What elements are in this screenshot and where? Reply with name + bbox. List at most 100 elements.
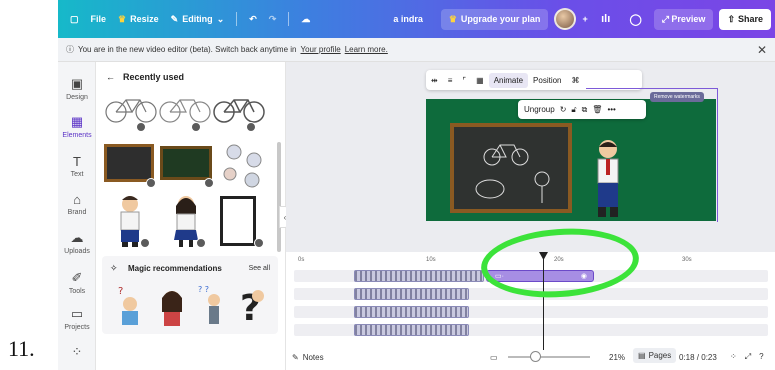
undo-button[interactable]: ↶ — [249, 14, 257, 25]
timeline-clip[interactable] — [354, 306, 469, 318]
chalk-drawings — [475, 144, 550, 203]
bicycle-thumbnail[interactable] — [158, 94, 212, 124]
bicycle-thumbnail[interactable] — [104, 94, 158, 124]
close-icon[interactable]: ✕ — [757, 43, 767, 57]
upgrade-label: Upgrade your plan — [460, 14, 541, 24]
ruler-tick: 30s — [682, 257, 692, 263]
rail-item-projects[interactable]: ▭ Projects — [58, 306, 96, 331]
profile-link[interactable]: Your profile — [301, 45, 341, 54]
share-button[interactable]: ⇧ Share — [719, 8, 771, 30]
rail-item-elements[interactable]: ▦ Elements — [58, 114, 96, 139]
resize-label: Resize — [130, 14, 159, 24]
flip-icon[interactable]: ⇹ — [426, 76, 443, 85]
canvas-toolbar: ⇹ ≡ ⌜ ▦ Animate Position ⌘ — [426, 70, 642, 90]
chalkboard-thumbnail[interactable] — [104, 144, 154, 182]
green-board-thumbnail[interactable] — [160, 146, 212, 180]
brand-icon: ⌂ — [73, 192, 81, 207]
pages-icon: ▤ — [638, 351, 646, 360]
selection-border — [717, 88, 718, 222]
rail-item-brand[interactable]: ⌂ Brand — [58, 192, 96, 216]
zoom-slider-handle[interactable] — [530, 351, 541, 362]
info-text: You are in the new video editor (beta). … — [78, 45, 297, 54]
timeline-clip[interactable] — [354, 288, 469, 300]
pro-badge-icon — [140, 238, 150, 248]
add-collaborator-icon[interactable]: + — [582, 14, 587, 24]
text-icon: T — [73, 154, 81, 169]
recommendation-thumbnail[interactable] — [154, 282, 190, 328]
align-icon[interactable]: ≡ — [443, 76, 458, 85]
redo-icon: ↷ — [268, 13, 277, 24]
crown-icon: ♛ — [118, 13, 127, 24]
transparency-icon[interactable]: ▦ — [471, 76, 489, 85]
timeline-view-icon[interactable]: ▭ — [490, 353, 498, 362]
element-context-menu: Ungroup ↻ 🔓︎ ⧉ 🗑︎ ••• — [518, 100, 646, 119]
cloud-save-button[interactable]: ☁ — [301, 14, 310, 25]
lock-icon[interactable]: 🔓︎ — [571, 105, 576, 115]
panel-scrollbar[interactable] — [277, 142, 281, 252]
pencil-icon: ✎ — [170, 13, 179, 24]
menu-button[interactable]: ▢ — [70, 14, 79, 25]
avatar[interactable] — [554, 8, 577, 30]
rail-label: Uploads — [64, 248, 90, 255]
rail-item-design[interactable]: ▣ Design — [58, 76, 96, 101]
frame-thumbnail[interactable] — [220, 196, 256, 246]
pro-badge-icon — [246, 122, 256, 132]
chalkboard-element[interactable] — [450, 123, 572, 213]
ungroup-button[interactable]: Ungroup — [524, 105, 555, 114]
rail-item-uploads[interactable]: ☁ Uploads — [58, 230, 96, 255]
rail-item-text[interactable]: T Text — [58, 154, 96, 178]
corner-radius-icon[interactable]: ⌜ — [457, 76, 471, 85]
recommendation-thumbnail[interactable]: ? ? — [196, 282, 232, 328]
rail-item-tools[interactable]: ✐ Tools — [58, 270, 96, 295]
crown-icon: ♛ — [448, 13, 457, 24]
ruler-tick: 0s — [298, 257, 305, 263]
timeline-clip[interactable] — [354, 270, 484, 282]
rail-item-apps[interactable]: ⁘ — [58, 344, 96, 362]
fullscreen-icon[interactable]: ⤢ — [745, 352, 751, 362]
resize-button[interactable]: ♛ Resize — [118, 14, 159, 25]
more-icon[interactable]: ••• — [607, 105, 615, 114]
see-all-link[interactable]: See all — [249, 265, 270, 272]
remove-watermarks-button[interactable]: Remove watermarks — [650, 92, 704, 102]
list-number: 11. — [8, 336, 35, 361]
upgrade-button[interactable]: ♛ Upgrade your plan — [440, 8, 549, 30]
timeline-track — [294, 306, 768, 318]
pro-badge-icon — [146, 178, 156, 188]
grid-view-icon[interactable]: ⁘ — [730, 352, 737, 362]
duplicate-icon[interactable]: ⧉ — [582, 105, 588, 115]
science-icons-thumbnail[interactable] — [218, 142, 266, 190]
rotate-icon[interactable]: ↻ — [560, 105, 567, 114]
help-icon[interactable]: ? — [759, 352, 763, 362]
back-arrow-icon[interactable]: ← — [106, 72, 115, 82]
user-name: a indra — [393, 14, 423, 24]
editing-label: Editing — [182, 14, 213, 24]
notes-button[interactable]: ✎ Notes — [292, 353, 324, 362]
projects-icon: ▭ — [70, 306, 84, 321]
design-icon: ▣ — [70, 76, 84, 91]
comment-icon: ◯ — [629, 13, 642, 26]
pages-label: Pages — [648, 351, 672, 360]
paint-format-icon[interactable]: ⌘ — [567, 76, 585, 85]
trash-icon[interactable]: 🗑︎ — [592, 105, 602, 114]
zoom-slider[interactable] — [508, 356, 590, 358]
recommendation-thumbnail[interactable]: ? — [236, 280, 272, 328]
editing-mode-button[interactable]: ✎ Editing ⌄ — [171, 14, 225, 25]
boy-student-element[interactable] — [591, 137, 625, 219]
redo-button[interactable]: ↷ — [269, 14, 277, 25]
upload-icon: ⇧ — [727, 13, 735, 24]
insights-button[interactable]: ılı — [594, 7, 618, 31]
animate-button[interactable]: Animate — [488, 72, 529, 88]
info-icon: ⓘ — [66, 45, 74, 54]
timeline-clip[interactable] — [354, 324, 469, 336]
comments-button[interactable]: ◯ — [624, 7, 648, 31]
selection-border — [586, 88, 717, 89]
bicycle-thumbnail[interactable] — [212, 94, 266, 124]
file-menu[interactable]: File — [91, 14, 107, 24]
notes-icon: ✎ — [292, 352, 299, 362]
position-button[interactable]: Position — [528, 76, 566, 85]
learn-more-link[interactable]: Learn more. — [345, 45, 388, 54]
recommendation-thumbnail[interactable]: ? — [112, 282, 148, 328]
left-rail: ▣ Design ▦ Elements T Text ⌂ Brand ☁ Uploads … — [58, 62, 96, 370]
preview-button[interactable]: ⤢ Preview — [653, 8, 714, 30]
pages-button[interactable]: ▤ Pages — [633, 348, 677, 363]
